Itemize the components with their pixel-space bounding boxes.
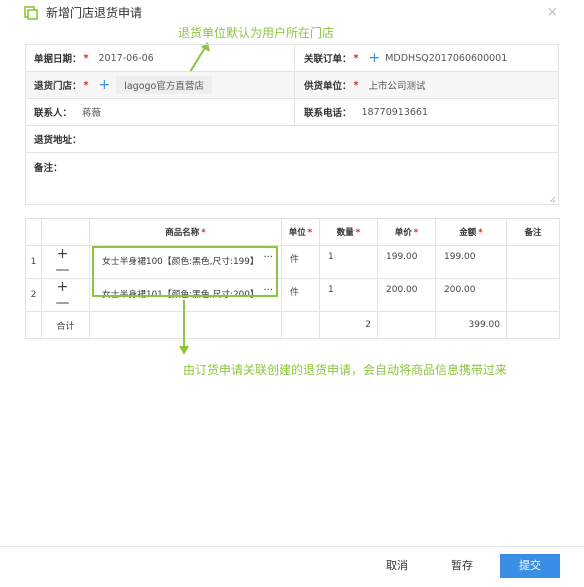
footer-divider <box>0 546 584 547</box>
order-value[interactable]: MDDHSQ2017060600001 <box>385 53 507 64</box>
supplier-label: 供货单位： <box>304 81 352 92</box>
total-amount: 399.00 <box>435 311 507 339</box>
return-form: 单据日期： * 2017-06-06 关联订单： * + MDDHSQ20170… <box>25 44 559 205</box>
form-row-4[interactable]: 退货地址： <box>26 126 558 153</box>
form-row-3: 联系人： 蒋薇 联系电话： 18770913661 <box>26 99 558 126</box>
new-document-icon <box>24 6 38 20</box>
required-mark: * <box>83 79 89 91</box>
save-draft-button[interactable]: 暂存 <box>443 554 481 578</box>
qty-cell[interactable]: 1 <box>319 245 378 279</box>
close-button[interactable]: × <box>547 4 558 22</box>
contact-value[interactable]: 蒋薇 <box>82 105 101 119</box>
row-add-remove-icons[interactable]: + — <box>41 278 90 312</box>
store-value[interactable]: lagogo官方直营店 <box>116 76 212 94</box>
submit-button[interactable]: 提交 <box>500 554 560 578</box>
supplier-value[interactable]: 上市公司测试 <box>368 78 425 92</box>
col-qty: 数量 * <box>319 218 378 246</box>
add-order-icon[interactable]: + <box>368 51 380 65</box>
row-number: 2 <box>25 278 42 312</box>
add-store-icon[interactable]: + <box>98 78 110 92</box>
remark-cell[interactable] <box>506 278 560 312</box>
total-row: 合计 2 399.00 <box>25 311 560 339</box>
required-mark: * <box>353 52 359 64</box>
price-cell[interactable]: 199.00 <box>377 245 436 279</box>
col-amount: 金额 * <box>435 218 507 246</box>
form-row-1: 单据日期： * 2017-06-06 关联订单： * + MDDHSQ20170… <box>26 45 558 72</box>
required-mark: * <box>353 79 359 91</box>
remark-label: 备注： <box>34 162 63 174</box>
row-number: 1 <box>25 245 42 279</box>
col-price: 单价 * <box>377 218 436 246</box>
col-remark: 备注 <box>506 218 560 246</box>
dialog-title: 新增门店退货申请 <box>46 6 143 20</box>
amount-cell: 199.00 <box>435 245 507 279</box>
total-label: 合计 <box>41 311 90 339</box>
annotation-arrow-down <box>179 300 189 355</box>
unit-cell[interactable]: 件 <box>281 245 320 279</box>
phone-value[interactable]: 18770913661 <box>362 107 429 118</box>
unit-cell[interactable]: 件 <box>281 278 320 312</box>
order-label: 关联订单： <box>304 54 352 65</box>
date-label: 单据日期： <box>34 54 82 65</box>
highlight-box <box>92 246 278 297</box>
form-row-2: 退货门店： * + lagogo官方直营店 供货单位： * 上市公司测试 <box>26 72 558 99</box>
remark-cell[interactable] <box>506 245 560 279</box>
contact-label: 联系人： <box>34 108 73 119</box>
col-product: 商品名称 * <box>89 218 282 246</box>
address-label: 退货地址： <box>34 135 82 146</box>
price-cell[interactable]: 200.00 <box>377 278 436 312</box>
remark-field[interactable]: 备注： <box>26 153 558 205</box>
date-value[interactable]: 2017-06-06 <box>98 53 153 64</box>
qty-cell[interactable]: 1 <box>319 278 378 312</box>
store-label: 退货门店： <box>34 81 82 92</box>
cancel-button[interactable]: 取消 <box>378 554 416 578</box>
row-add-remove-icons[interactable]: + — <box>41 245 90 279</box>
table-header-row: 商品名称 * 单位 * 数量 * 单价 * 金额 * 备注 <box>25 218 560 246</box>
total-qty: 2 <box>319 311 378 339</box>
col-unit: 单位 * <box>281 218 320 246</box>
amount-cell: 200.00 <box>435 278 507 312</box>
phone-label: 联系电话： <box>304 108 352 119</box>
annotation-top: 退货单位默认为用户所在门店 <box>178 26 335 40</box>
required-mark: * <box>83 52 89 64</box>
resize-handle-icon[interactable] <box>549 196 556 203</box>
annotation-bottom: 由订货申请关联创建的退货申请，会自动将商品信息携带过来 <box>183 363 508 377</box>
